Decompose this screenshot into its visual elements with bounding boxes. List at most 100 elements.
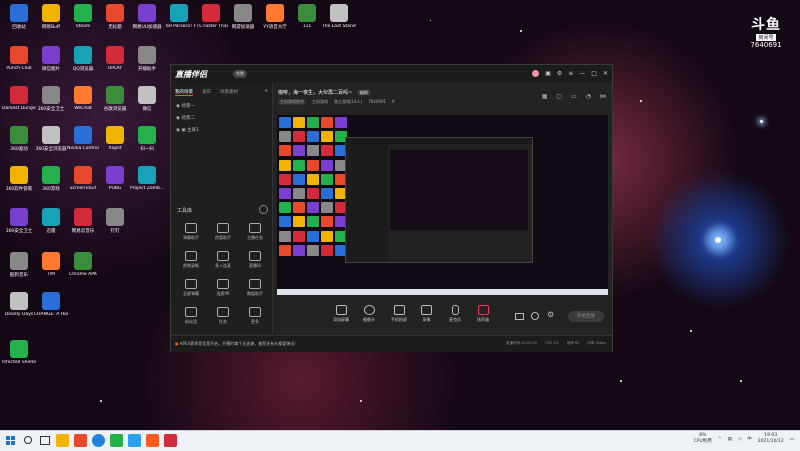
desktop-icon[interactable]: PUBG [100, 166, 130, 191]
status-message[interactable]: ● APEX赛季是否是开启，开播时拿个无逃课，推荐还有头都要弹出! [175, 341, 296, 347]
tab-publish[interactable]: 发布 [202, 89, 211, 96]
netease-icon[interactable] [164, 434, 177, 447]
desktop-icon[interactable]: 网易Buff [36, 4, 66, 30]
tool-item[interactable]: 粉丝团 [175, 307, 207, 325]
app-icon[interactable] [128, 434, 141, 447]
settings-gear-icon[interactable]: ⚙ [547, 310, 554, 319]
desktop-icon[interactable]: 谷歌浏览器 [100, 86, 130, 112]
phone-cast-button[interactable]: 手机投屏 [391, 305, 407, 323]
menu-icon[interactable]: ≡ [568, 70, 573, 77]
desktop-icon[interactable]: Infected Shelter [2, 340, 36, 365]
network-icon[interactable]: ▤ [728, 437, 732, 442]
desktop-icon[interactable]: 开播助手 [132, 46, 162, 72]
stream-title[interactable]: 咖啡，海一夜生，大伙再二百吗~ 编辑 [278, 89, 370, 96]
tool-item[interactable]: 主播任务 [239, 223, 271, 241]
file-explorer-icon[interactable] [56, 434, 69, 447]
scene-item[interactable]: ◉ 场景一 [176, 103, 199, 109]
clock[interactable]: 19:03 2021/10/12 [758, 433, 784, 445]
scene-item[interactable]: ◉ 场景二 [176, 115, 199, 121]
desktop-icon[interactable]: 360安全卫士 [36, 86, 66, 112]
notification-icon[interactable]: ▭ [790, 437, 794, 442]
desktop-icon[interactable]: 360安全浏览器 [35, 126, 67, 152]
camera-button[interactable]: 摄像头 [363, 305, 375, 323]
tool-item[interactable]: 数据助手 [239, 279, 271, 297]
desktop-icon[interactable]: QQ浏览器 [68, 46, 98, 72]
desktop-icon[interactable]: WeChat [68, 86, 98, 111]
desktop-icon[interactable]: 回收站 [4, 4, 34, 30]
desktop-icon[interactable]: 网游加速器 [228, 4, 258, 30]
desktop-icon[interactable]: 微信 [132, 86, 162, 112]
close-icon[interactable]: ✕ [603, 70, 608, 77]
browser-icon[interactable] [74, 434, 87, 447]
desktop-icon[interactable]: UPLAY [100, 46, 130, 71]
minimize-icon[interactable]: — [579, 70, 585, 77]
desktop-icon[interactable]: 360软件管家 [4, 166, 34, 192]
desktop-icon[interactable]: Darkest Dungeon [2, 86, 36, 111]
share-icon[interactable]: ⋈ [600, 93, 606, 100]
tool-item[interactable]: 更多 [239, 307, 271, 325]
tab-scene-assets[interactable]: 场景素材 [220, 89, 238, 96]
timer-icon[interactable] [531, 312, 539, 320]
desktop-icon[interactable]: 迅雷 [36, 208, 66, 234]
preview-canvas[interactable] [277, 115, 608, 295]
edge-icon[interactable] [92, 434, 105, 447]
record-button[interactable]: 录像 [421, 305, 432, 323]
desktop-icon[interactable]: 60 Parsecs! [164, 4, 194, 29]
volume-icon[interactable]: ◁ [738, 437, 741, 442]
desktop-icon[interactable]: ScreenToGif [68, 166, 98, 191]
brand-badge[interactable]: 免费 [233, 70, 247, 78]
desktop-icon[interactable]: 网易UU加速器 [132, 4, 162, 30]
douyu-companion-icon[interactable] [146, 434, 159, 447]
desktop-icon[interactable]: 360驱动 [4, 126, 34, 152]
layout-icon[interactable]: ▦ [542, 93, 548, 100]
shirt-icon[interactable]: ▣ [545, 70, 551, 77]
desktop-icon[interactable]: 网易云音乐 [68, 208, 98, 234]
tool-item[interactable]: 全屏弹幕 [175, 279, 207, 297]
desktop-icon[interactable]: 微信图片 [36, 46, 66, 72]
desktop-icon[interactable]: The Last Stand A... [322, 4, 356, 29]
video-icon[interactable] [515, 313, 524, 320]
desktop-icon[interactable]: 酷狗音乐 [4, 252, 34, 278]
chevron-up-icon[interactable]: ^ [718, 437, 722, 442]
add-screen-button[interactable]: 添加屏幕 [333, 305, 349, 323]
collapse-icon[interactable] [259, 205, 268, 214]
settings-icon[interactable]: ⚙ [557, 70, 562, 77]
desktop-icon[interactable]: XSplit [100, 126, 130, 151]
tool-item[interactable]: 连麦PK [207, 279, 239, 297]
desktop-icon[interactable]: CHANGE: A Homeless... [34, 292, 68, 317]
task-view-icon[interactable] [40, 436, 50, 445]
search-icon[interactable] [24, 436, 32, 444]
desktop-icon[interactable]: 扫一扫 [132, 126, 162, 152]
bell-icon[interactable]: ◔ [586, 93, 591, 100]
tool-item[interactable]: 房管助手 [207, 223, 239, 241]
desktop-icon[interactable]: 111 [292, 4, 322, 29]
edit-tag[interactable]: 编辑 [357, 90, 370, 95]
desktop-icon[interactable]: YY语音大厅 [260, 4, 290, 30]
desktop-icon[interactable]: 360安全卫士 [4, 208, 34, 234]
scene-item[interactable]: ◉ ▣ 主屏1 [176, 127, 199, 133]
tool-item[interactable]: 直播间 [239, 251, 271, 269]
maximize-icon[interactable]: □ [591, 70, 597, 77]
desktop-icon[interactable]: Steam [68, 4, 98, 29]
tool-item[interactable]: 多人连麦 [207, 251, 239, 269]
desktop-icon[interactable]: FTL Faster Than Light [194, 4, 228, 29]
desktop-icon[interactable]: Deadly Days [4, 292, 34, 317]
desktop-icon[interactable]: Chrome APK [68, 252, 98, 277]
lock-icon[interactable]: ▢ [556, 93, 562, 100]
qq-browser-icon[interactable] [110, 434, 123, 447]
desktop-icon[interactable]: Punch Club [4, 46, 34, 71]
add-scene-icon[interactable]: + [264, 89, 268, 96]
tool-item[interactable]: 弹幕助手 [175, 223, 207, 241]
language-indicator[interactable]: 中 [747, 436, 752, 442]
desktop-icon[interactable]: TIM [36, 252, 66, 277]
category-tag[interactable]: 主机游戏综合 [278, 99, 306, 105]
tab-my-scenes[interactable]: 我的场景 [175, 89, 193, 96]
desktop-icon[interactable]: Nvidia Control [67, 126, 99, 151]
screen-icon[interactable]: ▭ [571, 93, 577, 100]
avatar[interactable] [532, 70, 540, 77]
microphone-button[interactable]: 麦克风 [449, 305, 461, 323]
desktop-icon[interactable]: Project Zomb... [130, 166, 164, 191]
start-live-button[interactable]: 开始直播 [568, 311, 604, 322]
tool-item[interactable]: 任务 [207, 307, 239, 325]
desktop-icon[interactable]: 钉钉 [100, 208, 130, 234]
